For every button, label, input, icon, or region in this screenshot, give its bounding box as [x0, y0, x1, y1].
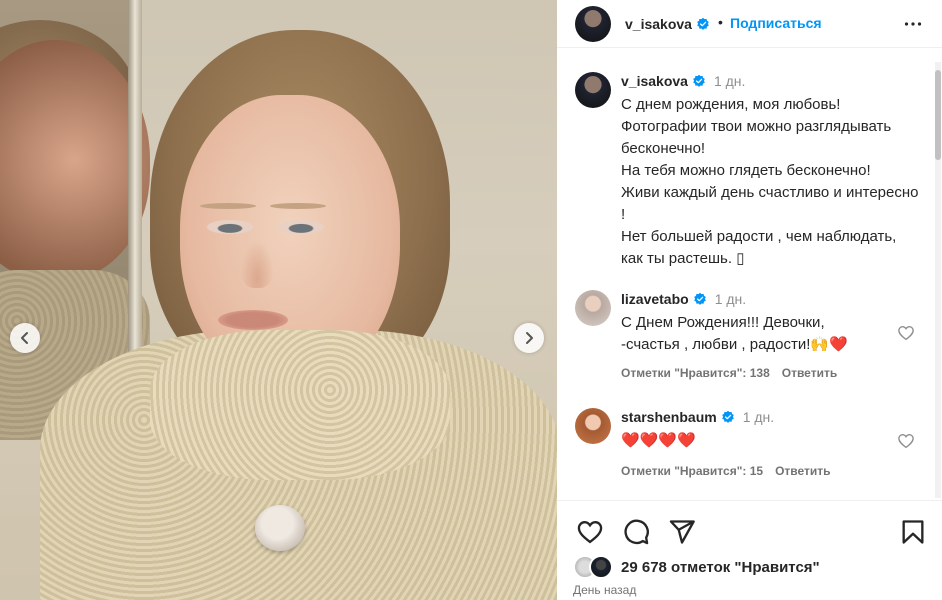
comment-username[interactable]: starshenbaum — [621, 409, 717, 425]
photo-eye — [278, 220, 324, 234]
photo-nose — [240, 240, 274, 288]
comment-text: ❤️❤️❤️❤️ — [621, 432, 696, 449]
caption-header: v_isakova 1 дн. — [621, 72, 745, 91]
heart-icon[interactable] — [897, 432, 915, 450]
post-photo[interactable] — [0, 0, 557, 600]
follow-button[interactable]: Подписаться — [730, 15, 822, 31]
photo-brow — [270, 203, 326, 209]
comments-scrollbar[interactable] — [935, 62, 941, 498]
comments-list[interactable]: v_isakova 1 дн. С днем рождения, моя любо… — [557, 62, 931, 500]
caption-author-avatar[interactable] — [575, 72, 611, 108]
author-avatar[interactable] — [575, 6, 611, 42]
comment-likes-count[interactable]: Отметки "Нравится": 138 — [621, 366, 770, 380]
chevron-right-icon — [526, 332, 533, 344]
post-header: v_isakova • Подписаться — [557, 0, 942, 48]
post-side-panel: v_isakova • Подписаться v_isakova 1 дн. С… — [557, 0, 942, 600]
carousel-prev-button[interactable] — [10, 323, 40, 353]
scrollbar-thumb[interactable] — [935, 70, 941, 160]
comment-time[interactable]: 1 дн. — [715, 291, 746, 307]
more-options-icon[interactable] — [903, 14, 923, 34]
caption-username[interactable]: v_isakova — [621, 73, 688, 89]
bookmark-icon[interactable] — [899, 518, 927, 546]
comment-time[interactable]: 1 дн. — [743, 409, 774, 425]
carousel-next-button[interactable] — [514, 323, 544, 353]
comment-text: С Днем Рождения!!! Девочки, -счастья , л… — [621, 314, 848, 353]
comment-icon[interactable] — [622, 518, 650, 546]
commenter-avatar[interactable] — [575, 290, 611, 326]
comment-header: lizavetabo 1 дн. — [621, 290, 746, 309]
heart-icon[interactable] — [576, 518, 604, 546]
comment-reply-button[interactable]: Ответить — [782, 366, 837, 380]
heart-icon[interactable] — [897, 324, 915, 342]
photo-collar — [150, 330, 450, 480]
photo-coat-button — [255, 505, 305, 551]
photo-brow — [200, 203, 256, 209]
comment-meta: Отметки "Нравится": 15 Ответить — [621, 464, 831, 478]
verified-badge-icon — [693, 74, 705, 87]
post-date[interactable]: День назад — [573, 583, 636, 597]
header-separator: • — [718, 14, 723, 30]
verified-badge-icon — [693, 292, 706, 305]
comment-username[interactable]: lizavetabo — [621, 291, 689, 307]
chevron-left-icon — [21, 332, 28, 344]
comment-reply-button[interactable]: Ответить — [775, 464, 830, 478]
author-username-text[interactable]: v_isakova — [625, 16, 692, 32]
caption-text: С днем рождения, моя любовь! Фотографии … — [621, 96, 919, 267]
comment-header: starshenbaum 1 дн. — [621, 408, 774, 427]
likes-count[interactable]: 29 678 отметок "Нравится" — [621, 559, 820, 576]
photo-eye — [207, 220, 253, 234]
comment-likes-count[interactable]: Отметки "Нравится": 15 — [621, 464, 763, 478]
caption-time[interactable]: 1 дн. — [714, 73, 745, 89]
liker-avatar[interactable] — [589, 555, 613, 579]
share-icon[interactable] — [668, 518, 696, 546]
verified-badge-icon — [697, 17, 709, 30]
comment-meta: Отметки "Нравится": 138 Ответить — [621, 366, 837, 380]
author-username[interactable]: v_isakova — [625, 16, 710, 32]
photo-lips — [218, 310, 288, 330]
verified-badge-icon — [721, 410, 734, 423]
commenter-avatar[interactable] — [575, 408, 611, 444]
